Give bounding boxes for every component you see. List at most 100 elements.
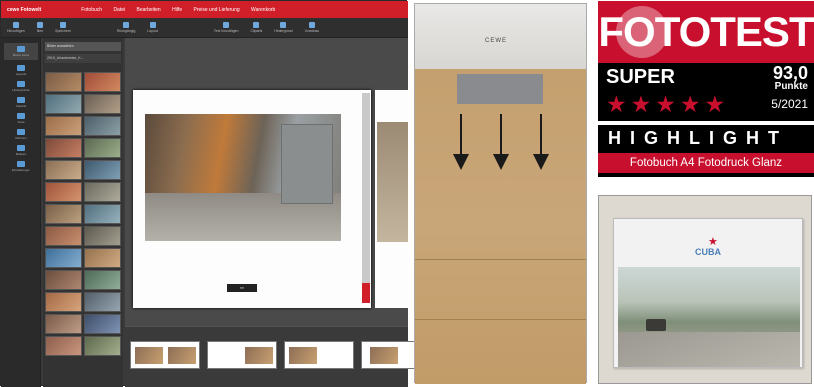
menu-item-datei[interactable]: Datei xyxy=(113,7,125,13)
star-icon: ★ xyxy=(606,91,627,117)
editor-titlebar: cewe Fotowelt Fotobuch Datei Bearbeiten … xyxy=(1,1,408,18)
photobook-editor-screenshot: cewe Fotowelt Fotobuch Datei Bearbeiten … xyxy=(0,0,431,387)
album-label[interactable]: 2019_Urlaubsreise_K... xyxy=(45,54,121,63)
menu-item-bearbeiten[interactable]: Bearbeiten xyxy=(137,7,161,13)
filmstrip-page[interactable] xyxy=(207,341,277,369)
menu-item-fotobuch[interactable]: Fotobuch xyxy=(81,7,102,13)
sidebar-item-fotos[interactable]: Meine Fotos xyxy=(4,43,38,60)
photo-thumbnail[interactable] xyxy=(84,336,121,356)
star-icon: ★ xyxy=(679,91,701,117)
sidebar-item-layouts[interactable]: Layouts xyxy=(4,65,38,76)
photo-thumbnail[interactable] xyxy=(45,292,82,312)
toolbar-add-button[interactable]: Hinzufügen xyxy=(7,22,25,33)
frame-icon xyxy=(17,129,25,135)
toolbar-background-button[interactable]: Hintergrund xyxy=(274,22,293,33)
photo-thumbnail[interactable] xyxy=(84,94,121,114)
menu-bar: Fotobuch Datei Bearbeiten Hilfe Preise u… xyxy=(81,7,285,13)
photo-thumbnail[interactable] xyxy=(45,314,82,334)
menu-item-warenkorb[interactable]: Warenkorb xyxy=(251,7,275,13)
photo-thumbnail[interactable] xyxy=(84,72,121,92)
preview-icon xyxy=(308,22,315,28)
filmstrip-page[interactable] xyxy=(130,341,200,369)
badge-heading: FOTOTEST xyxy=(598,1,814,63)
photo-thumbnail[interactable] xyxy=(45,270,82,290)
badge-date: 5/2021 xyxy=(771,97,808,111)
photo-browser: Bilder auswählen 2019_Urlaubsreise_K... xyxy=(43,38,123,387)
badge-rating: SUPER xyxy=(606,66,675,88)
star-icon: ★ xyxy=(704,91,726,117)
box-brand: CEWE xyxy=(485,38,507,44)
menu-item-preise[interactable]: Preise und Lieferung xyxy=(194,7,240,13)
menu-item-hilfe[interactable]: Hilfe xyxy=(172,7,182,13)
box-top: CEWE xyxy=(415,4,586,69)
photo-thumbnail[interactable] xyxy=(45,336,82,356)
photobook-page-next[interactable] xyxy=(375,90,408,308)
photo-thumbnail[interactable] xyxy=(45,204,82,224)
photobook-page[interactable]: ▪▪▪ xyxy=(133,90,371,308)
badge-score-unit: Punkte xyxy=(774,81,808,92)
photo-thumbnail[interactable] xyxy=(45,72,82,92)
page-spine xyxy=(362,93,370,303)
editor-toolbar: Hinzufügen Neu Speichern Rückgängig Layo… xyxy=(1,18,408,38)
settings-icon xyxy=(17,161,25,167)
photobook-cover: ★ CUBA xyxy=(613,218,803,368)
sidebar-item-cliparts[interactable]: Cliparts xyxy=(4,97,38,108)
badge-rating-row: SUPER 93,0 Punkte ★ ★ ★ ★ ★ 5/2021 xyxy=(598,63,814,121)
layout-icon xyxy=(149,22,156,28)
layouts-icon xyxy=(17,65,25,71)
fototest-badge: FOTOTEST SUPER 93,0 Punkte ★ ★ ★ ★ ★ 5/2… xyxy=(598,1,814,177)
photo-thumbnail[interactable] xyxy=(45,248,82,268)
photo-thumbnail[interactable] xyxy=(45,182,82,202)
text-icon xyxy=(223,22,230,28)
photo-thumbnail[interactable] xyxy=(84,314,121,334)
photo-thumbnail[interactable] xyxy=(84,226,121,246)
toolbar-save-button[interactable]: Speichern xyxy=(55,22,71,33)
text-icon xyxy=(17,113,25,119)
badge-stars: ★ ★ ★ ★ ★ xyxy=(606,91,726,117)
sidebar-item-einstellungen[interactable]: Einstellungen xyxy=(4,161,38,172)
photo-thumbnail[interactable] xyxy=(84,182,121,202)
toolbar-undo-button[interactable]: Rückgängig xyxy=(117,22,135,33)
photo-thumbnail[interactable] xyxy=(45,160,82,180)
filmstrip-page[interactable] xyxy=(284,341,354,369)
toolbar-text-button[interactable]: Text hinzufügen xyxy=(214,22,238,33)
photo-thumbnail[interactable] xyxy=(45,116,82,136)
app-title: cewe Fotowelt xyxy=(7,6,42,13)
page-photo[interactable] xyxy=(145,114,341,241)
sidebar-item-texte[interactable]: Texte xyxy=(4,113,38,124)
toolbar-preview-button[interactable]: Vorschau xyxy=(305,22,319,33)
photo-thumbnail[interactable] xyxy=(84,160,121,180)
toolbar-clipart-button[interactable]: Cliparts xyxy=(250,22,262,33)
sidebar-item-rahmen[interactable]: Rahmen xyxy=(4,129,38,140)
sidebar-item-hintergruende[interactable]: Hintergründe xyxy=(4,81,38,92)
photo-thumbnail[interactable] xyxy=(84,204,121,224)
backgrounds-icon xyxy=(17,81,25,87)
toolbar-new-button[interactable]: Neu xyxy=(37,22,43,33)
clipart-icon xyxy=(253,22,260,28)
photo-thumbnail[interactable] xyxy=(84,116,121,136)
folder-select[interactable]: Bilder auswählen xyxy=(45,42,121,51)
new-icon xyxy=(36,22,43,28)
photo-thumbnail[interactable] xyxy=(45,226,82,246)
packaging-photo: CEWE xyxy=(414,3,587,384)
undo-icon xyxy=(123,22,130,28)
page-photo[interactable] xyxy=(377,122,408,242)
car-shape xyxy=(646,319,666,331)
page-logo: ▪▪▪ xyxy=(227,284,257,292)
photo-thumbnail[interactable] xyxy=(84,248,121,268)
photo-thumbnail[interactable] xyxy=(84,270,121,290)
photo-thumbnail[interactable] xyxy=(84,292,121,312)
badge-highlight: HIGHLIGHT xyxy=(608,128,788,148)
arrow-down-icon xyxy=(533,114,549,170)
editor-sidebar: Meine Fotos Layouts Hintergründe Clipart… xyxy=(1,38,41,387)
toolbar-layout-button[interactable]: Layout xyxy=(147,22,158,33)
background-icon xyxy=(280,22,287,28)
photo-thumbnail[interactable] xyxy=(45,94,82,114)
badge-product: Fotobuch A4 Fotodruck Glanz xyxy=(598,153,814,173)
sidebar-item-masken[interactable]: Masken xyxy=(4,145,38,156)
star-icon: ★ xyxy=(655,91,676,117)
photo-thumbnail[interactable] xyxy=(84,138,121,158)
photo-thumbnail[interactable] xyxy=(45,138,82,158)
cliparts-icon xyxy=(17,97,25,103)
star-icon: ★ xyxy=(630,91,652,117)
